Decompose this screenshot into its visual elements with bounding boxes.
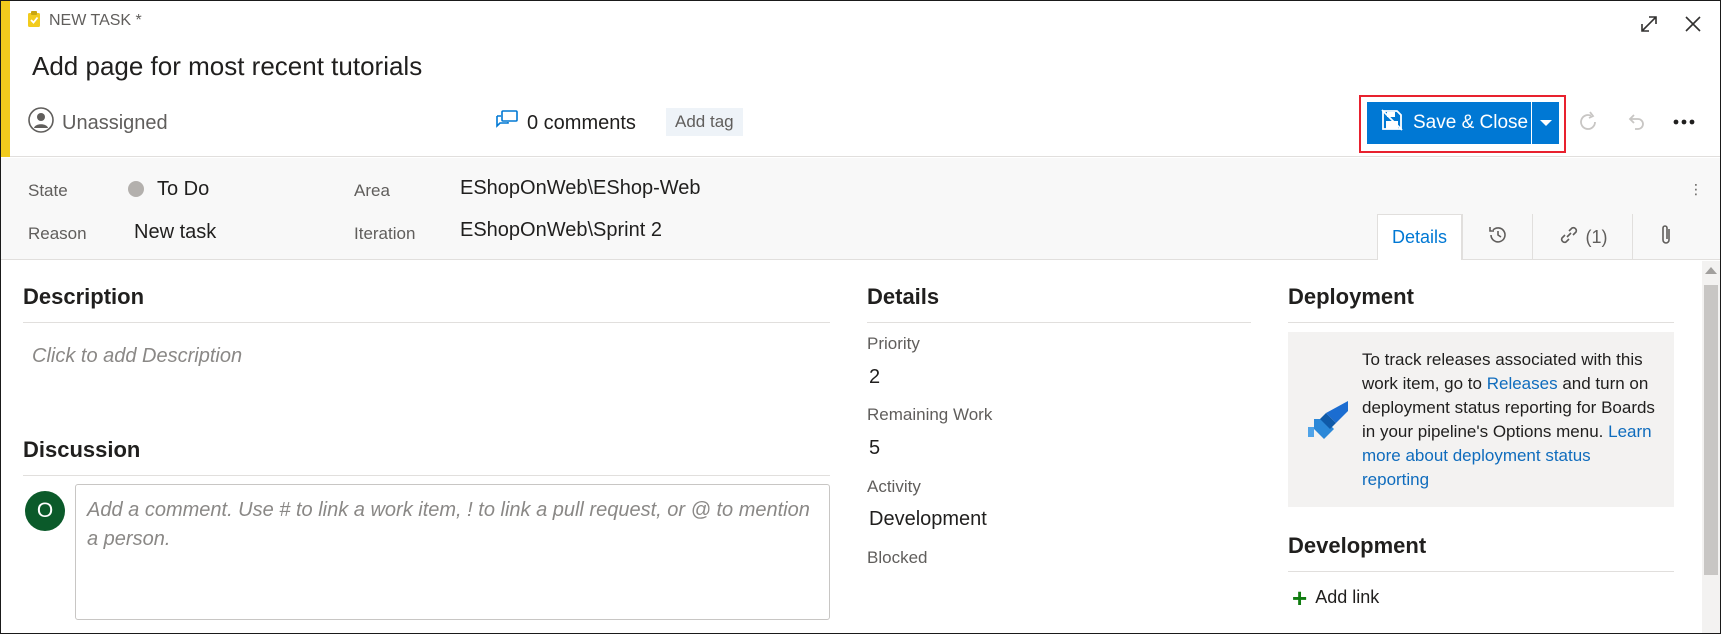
plus-icon: + bbox=[1292, 582, 1308, 613]
area-field[interactable]: EShopOnWeb\EShop-Web bbox=[460, 177, 701, 200]
blocked-label: Blocked bbox=[867, 548, 928, 567]
state-field[interactable]: To Do bbox=[157, 178, 209, 201]
work-item-header: NEW TASK * Add page for most recent tuto… bbox=[1, 1, 1720, 157]
releases-link[interactable]: Releases bbox=[1487, 374, 1558, 393]
save-icon bbox=[1381, 109, 1403, 137]
person-icon bbox=[28, 107, 54, 139]
discussion-divider bbox=[23, 475, 830, 476]
links-count: (1) bbox=[1585, 226, 1608, 247]
deployment-heading: Deployment bbox=[1288, 284, 1414, 309]
add-link-button[interactable]: + Add link bbox=[1292, 582, 1380, 613]
priority-label: Priority bbox=[867, 334, 920, 353]
add-tag-button[interactable]: Add tag bbox=[666, 108, 743, 136]
description-editor[interactable]: Click to add Description bbox=[32, 345, 242, 368]
reason-label: Reason bbox=[28, 224, 87, 243]
refresh-icon[interactable] bbox=[1575, 109, 1601, 135]
description-divider bbox=[23, 322, 830, 323]
work-item-type-color-bar bbox=[1, 1, 10, 157]
remaining-work-label: Remaining Work bbox=[867, 405, 993, 424]
save-options-dropdown[interactable] bbox=[1532, 102, 1559, 144]
tab-attachments[interactable] bbox=[1632, 214, 1698, 260]
comment-icon bbox=[495, 110, 519, 136]
tab-history[interactable] bbox=[1462, 214, 1532, 260]
add-link-label: Add link bbox=[1315, 587, 1380, 607]
pipeline-icon bbox=[1304, 397, 1352, 450]
reason-field[interactable]: New task bbox=[134, 221, 216, 244]
iteration-field[interactable]: EShopOnWeb\Sprint 2 bbox=[460, 219, 662, 242]
deployment-message: To track releases associated with this w… bbox=[1362, 348, 1662, 492]
details-heading: Details bbox=[867, 284, 940, 309]
assignee-label: Unassigned bbox=[62, 111, 168, 134]
expand-icon[interactable] bbox=[1636, 11, 1662, 37]
iteration-label: Iteration bbox=[354, 224, 416, 243]
comment-input[interactable]: Add a comment. Use # to link a work item… bbox=[75, 484, 830, 620]
window-actions bbox=[1636, 11, 1706, 37]
work-item-type: NEW TASK * bbox=[27, 10, 142, 33]
scrollbar-thumb[interactable] bbox=[1704, 285, 1718, 575]
activity-field[interactable]: Development bbox=[869, 508, 987, 531]
history-icon bbox=[1487, 224, 1509, 251]
discussion-heading: Discussion bbox=[23, 437, 141, 462]
deployment-divider bbox=[1288, 322, 1674, 323]
close-icon[interactable] bbox=[1680, 11, 1706, 37]
item-toolbar bbox=[1575, 109, 1697, 135]
remaining-work-field[interactable]: 5 bbox=[869, 437, 880, 460]
activity-label: Activity bbox=[867, 477, 921, 496]
link-icon bbox=[1558, 224, 1580, 251]
comments-count[interactable]: 0 comments bbox=[495, 110, 636, 136]
state-label: State bbox=[28, 181, 68, 200]
save-and-close-button[interactable]: Save & Close bbox=[1367, 102, 1531, 144]
more-icon[interactable] bbox=[1671, 109, 1697, 135]
work-item-dialog: NEW TASK * Add page for most recent tuto… bbox=[0, 0, 1721, 634]
comment-placeholder: Add a comment. Use # to link a work item… bbox=[87, 499, 810, 550]
more-fields-icon[interactable]: ⋮ bbox=[1689, 181, 1703, 198]
area-label: Area bbox=[354, 181, 390, 200]
development-heading: Development bbox=[1288, 533, 1427, 558]
attachment-icon bbox=[1658, 224, 1674, 251]
work-item-title[interactable]: Add page for most recent tutorials bbox=[32, 51, 422, 82]
comments-label: 0 comments bbox=[527, 111, 636, 134]
state-indicator bbox=[128, 181, 144, 197]
development-divider bbox=[1288, 571, 1674, 572]
scroll-up-icon[interactable] bbox=[1705, 267, 1717, 274]
avatar: O bbox=[25, 491, 65, 531]
description-heading: Description bbox=[23, 284, 145, 309]
deployment-info-card: To track releases associated with this w… bbox=[1288, 332, 1674, 507]
save-and-close-label: Save & Close bbox=[1413, 112, 1529, 133]
undo-icon[interactable] bbox=[1623, 109, 1649, 135]
details-divider bbox=[867, 322, 1251, 323]
tab-details[interactable]: Details bbox=[1377, 214, 1462, 260]
work-item-type-label: NEW TASK * bbox=[49, 12, 142, 29]
tab-links[interactable]: (1) bbox=[1532, 214, 1632, 260]
priority-field[interactable]: 2 bbox=[869, 366, 880, 389]
page-tabs: Details (1) bbox=[1377, 214, 1698, 260]
assignee-picker[interactable]: Unassigned bbox=[28, 107, 168, 139]
task-icon bbox=[27, 10, 41, 33]
